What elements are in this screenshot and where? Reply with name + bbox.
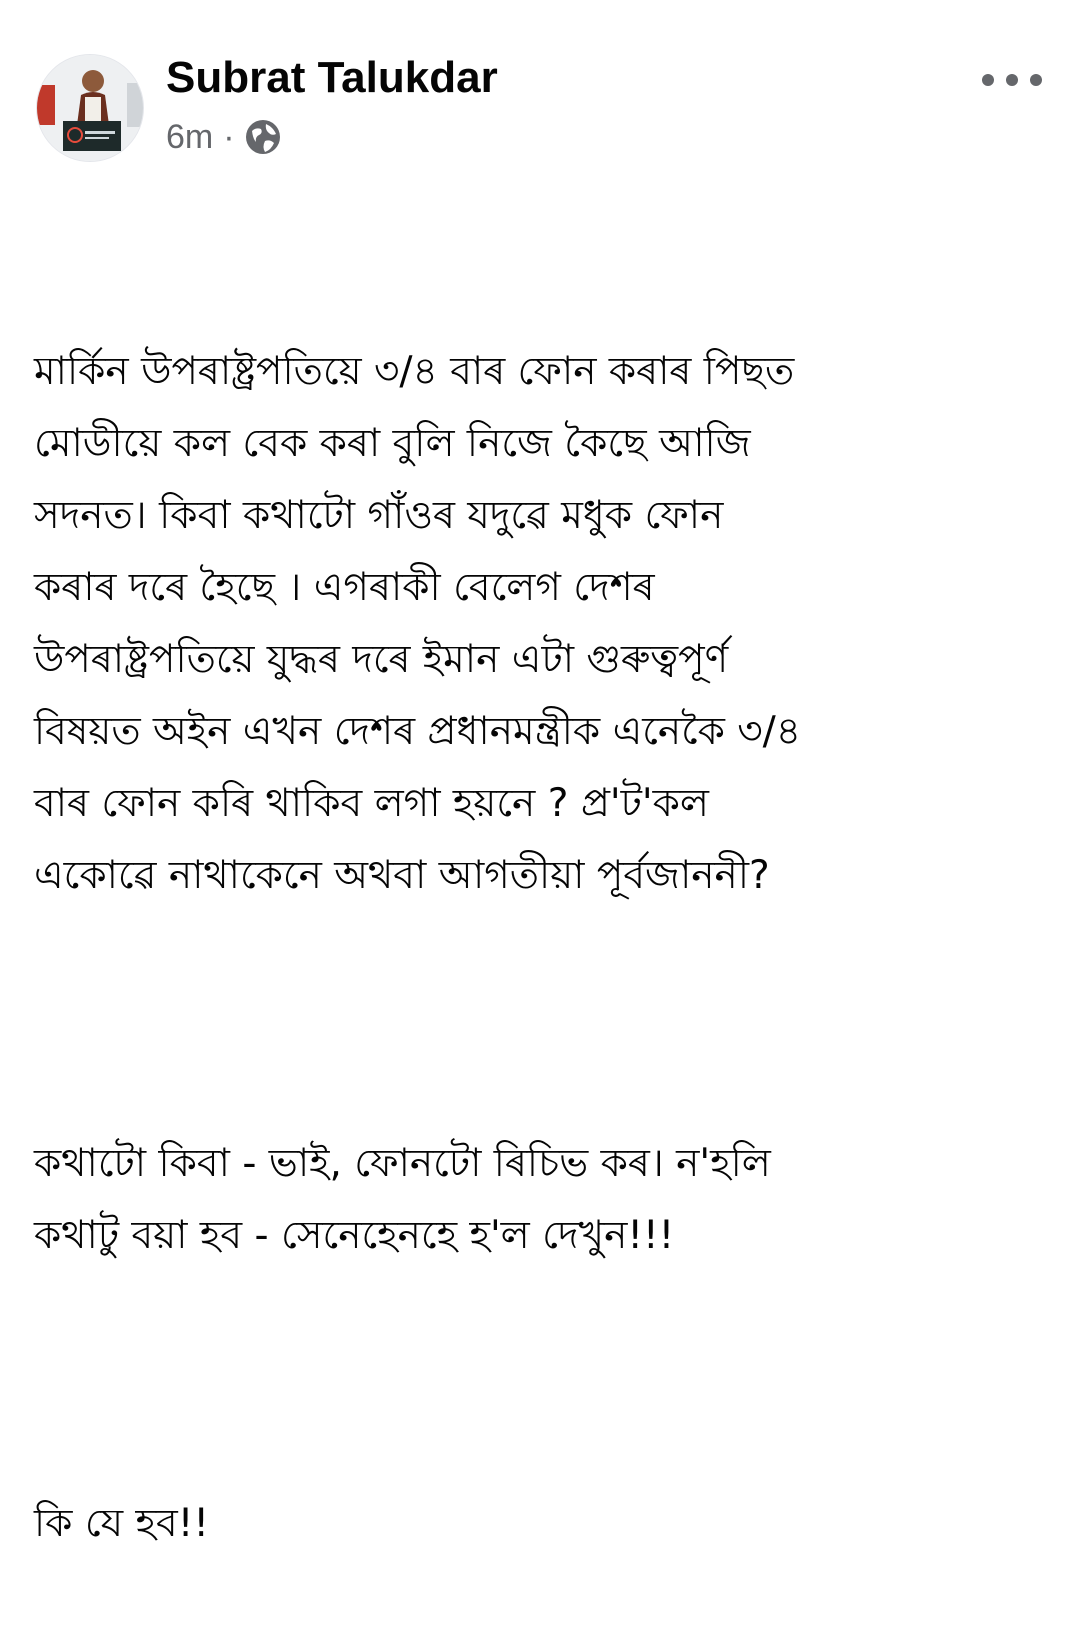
meta-separator: · <box>223 117 235 156</box>
post-paragraph-1: মাৰ্কিন উপৰাষ্ট্ৰপতিয়ে ৩/৪ বাৰ ফোন কৰাৰ… <box>34 349 802 898</box>
author-avatar[interactable] <box>36 54 144 162</box>
more-options-icon <box>982 74 1042 86</box>
author-name[interactable]: Subrat Talukdar <box>166 52 498 104</box>
post-paragraph-3: কি যে হব!! <box>34 1501 209 1546</box>
post-meta: 6m · <box>166 116 283 158</box>
globe-icon[interactable] <box>243 117 283 157</box>
avatar-photo <box>37 55 143 161</box>
post-time[interactable]: 6m <box>166 118 213 157</box>
post-header: Subrat Talukdar 6m · <box>36 50 1046 170</box>
post-body: মাৰ্কিন উপৰাষ্ট্ৰপতিয়ে ৩/৪ বাৰ ফোন কৰাৰ… <box>34 192 1054 1632</box>
more-options-button[interactable] <box>968 58 1056 102</box>
post-paragraph-2: কথাটো কিবা - ভাই, ফোনটো ৰিচিভ কৰ। ন'হলি … <box>34 1141 771 1258</box>
